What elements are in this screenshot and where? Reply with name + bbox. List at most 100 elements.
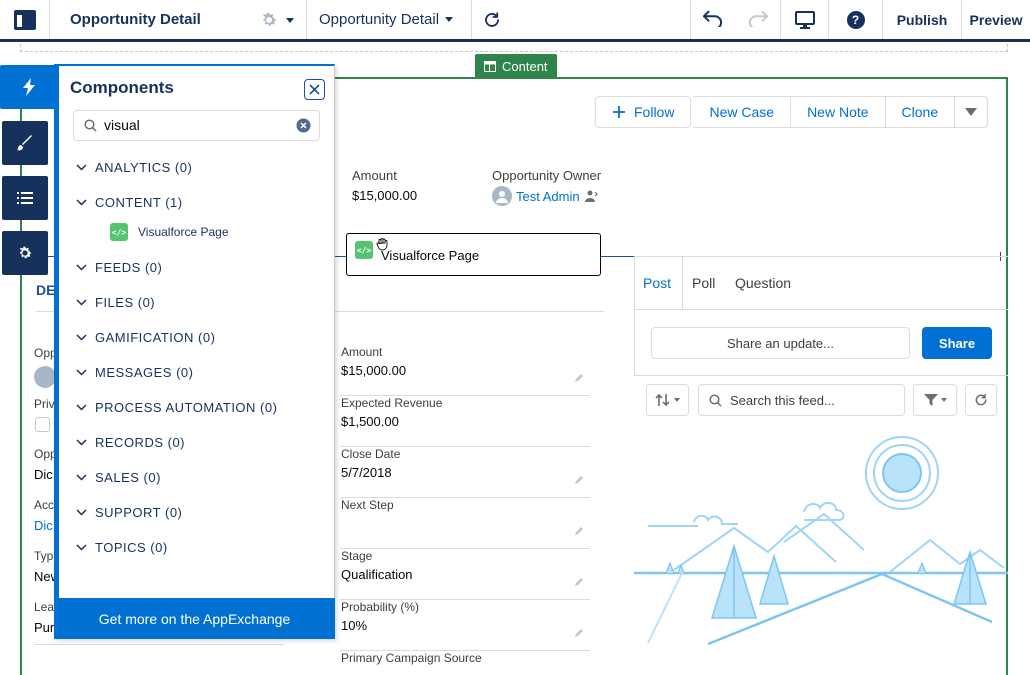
undo-redo-group [691,0,781,39]
new-note-button[interactable]: New Note [791,96,886,128]
tab-post[interactable]: Post [643,275,671,291]
content-region-tag: Content [475,54,557,78]
page-settings-menu[interactable] [260,11,294,29]
components-panel: Components ANALYTICS (0) CONTENT (1) </>… [54,64,335,639]
field-label: Primary Campaign Source [341,651,482,665]
clear-search-icon[interactable] [296,118,311,133]
rail-components-button[interactable] [0,65,58,109]
component-visualforce-page[interactable]: </> Visualforce Page [110,223,229,241]
help-button[interactable]: ? [829,0,883,39]
tab-question[interactable]: Question [735,275,791,291]
chevron-down-icon [76,509,87,516]
chevron-down-icon [76,544,87,551]
category-files[interactable]: FILES (0) [76,295,155,310]
category-label: TOPICS (0) [95,540,168,555]
component-search-input[interactable] [104,117,284,133]
field-stage: Stage Qualification [340,549,590,600]
new-case-button[interactable]: New Case [693,96,792,128]
gear-icon [263,12,277,26]
code-icon: </> [355,241,373,259]
chatter-publisher: Post Poll Question Share an update... Sh… [634,256,1009,376]
pencil-icon[interactable] [574,577,584,587]
owner-link[interactable]: Test Admin [516,189,580,204]
tab-poll[interactable]: Poll [692,275,715,291]
redo-button[interactable] [747,9,769,30]
preview-button[interactable]: Preview [962,0,1030,39]
rail-theme-button[interactable] [2,121,48,165]
follow-button[interactable]: Follow [595,96,692,128]
private-checkbox[interactable] [35,417,50,432]
publish-button[interactable]: Publish [883,0,962,39]
category-messages[interactable]: MESSAGES (0) [76,365,193,380]
partial-field-link[interactable]: Dic [34,518,53,533]
caret-down-icon [286,17,294,23]
pencil-icon[interactable] [574,475,584,485]
record-actions: Follow New Case New Note Clone [595,96,989,128]
tab-details[interactable]: DE [36,282,55,298]
category-label: MESSAGES (0) [95,365,194,380]
builder-toolbar: Opportunity Detail Opportunity Detail ? … [0,0,1030,42]
follow-label: Follow [634,104,675,120]
category-feeds[interactable]: FEEDS (0) [76,260,162,275]
pencil-icon[interactable] [574,628,584,638]
clone-button[interactable]: Clone [885,96,956,128]
pencil-icon[interactable] [574,526,584,536]
pencil-icon[interactable] [574,373,584,383]
refresh-button[interactable] [472,0,512,39]
redo-icon [748,10,768,30]
share-update-input[interactable]: Share an update... [651,327,910,359]
feed-search-input[interactable]: Search this feed... [698,384,905,416]
empty-feed-illustration [634,436,1008,646]
app-menu-button[interactable] [0,0,50,39]
share-button[interactable]: Share [922,327,992,359]
component-search-field[interactable] [73,110,320,141]
undo-icon [703,10,723,30]
field-label: Probability (%) [341,600,420,614]
search-icon [84,119,97,132]
chevron-down-icon [76,404,87,411]
category-topics[interactable]: TOPICS (0) [76,540,168,555]
plus-icon [613,106,625,118]
feed-search-placeholder: Search this feed... [730,392,835,408]
undo-button[interactable] [702,9,724,30]
field-label: Stage [341,549,373,563]
search-icon [709,393,722,407]
appexchange-link[interactable]: Get more on the AppExchange [54,598,335,639]
more-actions-button[interactable] [955,96,989,128]
page-selector-label: Opportunity Detail [319,11,440,28]
field-value: $15,000.00 [341,363,407,378]
rail-settings-button[interactable] [2,231,48,275]
field-value: Qualification [341,567,413,582]
partial-field-label: Priv [34,397,55,411]
field-value: $1,500.00 [341,414,399,429]
close-icon [309,84,320,95]
chevron-down-icon [76,264,87,271]
category-content[interactable]: CONTENT (1) [76,195,183,210]
user-icon [496,191,508,203]
page-selector-dropdown[interactable]: Opportunity Detail [307,0,472,39]
device-preview-button[interactable] [781,0,829,39]
change-owner-icon[interactable] [584,189,598,203]
category-label: PROCESS AUTOMATION (0) [95,400,278,415]
field-primary-campaign-source: Primary Campaign Source [340,651,590,675]
page-title: Opportunity Detail [70,11,201,28]
category-process-automation[interactable]: PROCESS AUTOMATION (0) [76,400,277,415]
close-panel-button[interactable] [304,79,325,100]
filter-feed-button[interactable] [913,384,957,416]
rail-page-structure-button[interactable] [2,176,48,220]
category-gamification[interactable]: GAMIFICATION (0) [76,330,215,345]
refresh-feed-button[interactable] [965,384,997,416]
layout-icon [484,60,496,72]
category-sales[interactable]: SALES (0) [76,470,161,485]
refresh-icon [975,394,987,406]
category-analytics[interactable]: ANALYTICS (0) [76,160,192,175]
grab-hand-icon [376,238,388,251]
caret-down-icon [445,17,454,22]
category-support[interactable]: SUPPORT (0) [76,505,182,520]
sort-feed-button[interactable] [646,384,689,416]
refresh-icon [485,12,499,27]
dragged-component-preview[interactable]: </> Visualforce Page [346,233,601,276]
chevron-down-icon [76,299,87,306]
component-label: Visualforce Page [138,225,229,239]
category-records[interactable]: RECORDS (0) [76,435,185,450]
